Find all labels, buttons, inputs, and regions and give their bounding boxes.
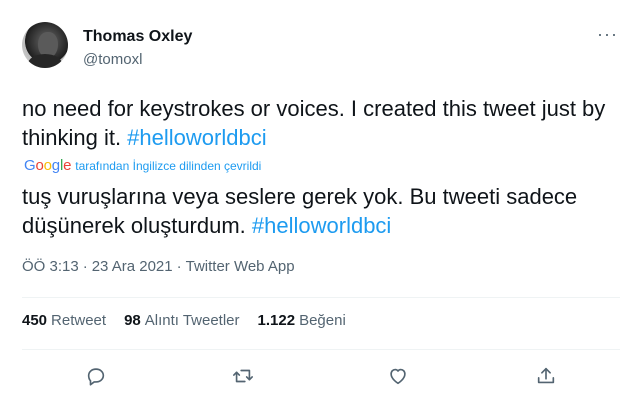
like-count-label: Beğeni — [299, 312, 346, 329]
translated-text: tuş vuruşlarına veya seslere gerek yok. … — [22, 182, 612, 240]
avatar[interactable] — [22, 22, 68, 68]
tweet-time[interactable]: ÖÖ 3:13 — [22, 258, 79, 275]
hashtag-link[interactable]: #helloworldbci — [127, 125, 266, 150]
action-bar — [22, 360, 620, 392]
translation-note-text[interactable]: tarafından İngilizce dilinden çevrildi — [75, 159, 261, 173]
divider — [22, 297, 620, 298]
tweet-text-body: no need for keystrokes or voices. I crea… — [22, 96, 606, 150]
meta-separator: · — [176, 258, 182, 275]
tweet-stats: 450 Retweet 98 Alıntı Tweetler 1.122 Beğ… — [22, 312, 346, 329]
divider — [22, 349, 620, 350]
google-logo: Google — [24, 157, 72, 174]
retweet-icon[interactable] — [227, 360, 259, 392]
quote-count-value: 98 — [124, 312, 141, 329]
like-count-value: 1.122 — [257, 312, 296, 329]
more-horizontal-icon[interactable]: ··· — [597, 24, 618, 45]
tweet-source[interactable]: Twitter Web App — [186, 258, 295, 275]
retweet-count-value: 450 — [22, 312, 48, 329]
avatar-shirt — [28, 54, 62, 68]
tweet-text: no need for keystrokes or voices. I crea… — [22, 94, 612, 152]
quote-count-label: Alıntı Tweetler — [144, 312, 240, 329]
quote-count[interactable]: 98 Alıntı Tweetler — [124, 312, 239, 329]
tweet-card: Thomas Oxley @tomoxl ··· no need for key… — [0, 0, 640, 404]
share-icon[interactable] — [530, 360, 562, 392]
author-handle[interactable]: @tomoxl — [83, 51, 142, 68]
author-name[interactable]: Thomas Oxley — [83, 28, 192, 46]
like-count[interactable]: 1.122 Beğeni — [258, 312, 346, 329]
translation-note: Google tarafından İngilizce dilinden çev… — [24, 157, 261, 174]
tweet-date[interactable]: 23 Ara 2021 — [92, 258, 173, 275]
translated-hashtag-link[interactable]: #helloworldbci — [252, 213, 391, 238]
tweet-meta: ÖÖ 3:13 · 23 Ara 2021 · Twitter Web App — [22, 258, 295, 275]
reply-icon[interactable] — [80, 360, 112, 392]
meta-separator: · — [82, 258, 88, 275]
retweet-count[interactable]: 450 Retweet — [22, 312, 106, 329]
retweet-count-label: Retweet — [51, 312, 107, 329]
like-icon[interactable] — [382, 360, 414, 392]
